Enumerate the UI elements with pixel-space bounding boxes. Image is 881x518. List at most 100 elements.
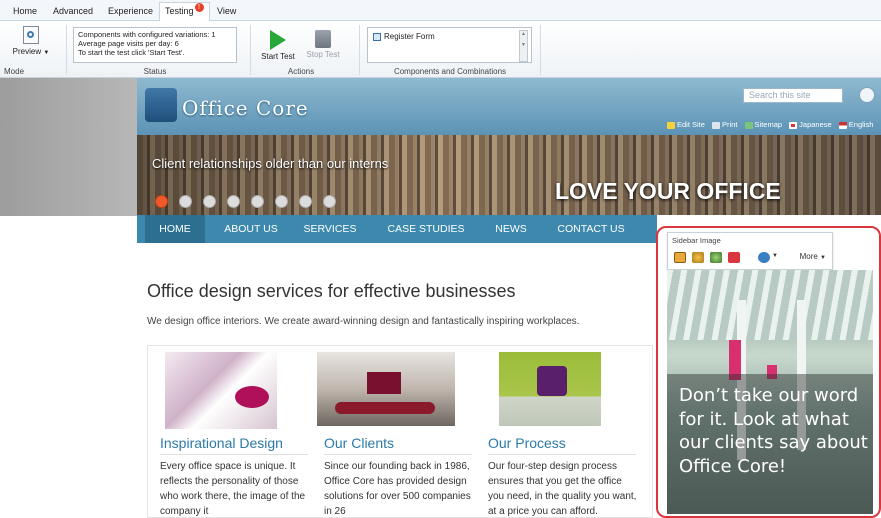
card-title[interactable]: Inspirational Design xyxy=(160,435,283,451)
sidebar-quote: Don’t take our word for it. Look at what… xyxy=(679,385,868,477)
print-link[interactable]: Print xyxy=(712,120,737,129)
card-body: Our four-step design process ensures tha… xyxy=(488,461,637,517)
tab-advanced[interactable]: Advanced xyxy=(48,3,98,21)
components-group-label: Components and Combinations xyxy=(393,67,507,76)
image-ceiling xyxy=(667,270,873,340)
banner-tagline: Client relationships older than our inte… xyxy=(152,156,389,171)
print-icon xyxy=(712,121,721,129)
carousel-dot[interactable] xyxy=(299,195,312,208)
page-overlay xyxy=(0,78,145,216)
nav-home[interactable]: HOME xyxy=(145,215,205,243)
list-item[interactable]: Register Form xyxy=(373,32,435,41)
status-box: Components with configured variations: 1… xyxy=(73,27,237,63)
start-test-label: Start Test xyxy=(261,52,295,61)
status-group-label: Status xyxy=(143,67,167,76)
carousel-dot[interactable] xyxy=(203,195,216,208)
more-button[interactable]: More ▼ xyxy=(800,252,826,261)
ribbon-body: Preview ▼ Mode Components with configure… xyxy=(0,21,881,78)
carousel-dot[interactable] xyxy=(251,195,264,208)
sitemap-link[interactable]: Sitemap xyxy=(744,120,782,129)
sitemap-icon xyxy=(744,121,753,129)
tab-testing[interactable]: Testing! xyxy=(159,2,210,22)
tab-experience[interactable]: Experience xyxy=(103,3,158,21)
japan-flag-icon xyxy=(789,121,798,129)
site-logo[interactable]: Office Core xyxy=(182,96,309,120)
chevron-down-icon: ▼ xyxy=(43,50,50,56)
scroll-up-icon[interactable]: ▲ xyxy=(520,31,527,38)
page-title: Office design services for effective bus… xyxy=(147,281,516,301)
sidebar-toolbar: Sidebar Image ▼ More ▼ xyxy=(667,232,833,270)
card-body: Since our founding back in 1986, Office … xyxy=(324,461,471,517)
carousel-dot[interactable] xyxy=(155,195,168,208)
search-icon[interactable] xyxy=(859,87,875,103)
image-icon[interactable] xyxy=(674,252,686,263)
status-line: Components with configured variations: 1 xyxy=(78,30,216,39)
chevron-down-icon: ▼ xyxy=(820,255,826,261)
carousel-dots xyxy=(155,195,347,213)
edit-icon xyxy=(667,121,675,129)
card-body: Every office space is unique. It reflect… xyxy=(160,461,306,517)
carousel-dot[interactable] xyxy=(227,195,240,208)
chevron-down-icon[interactable]: ▼ xyxy=(772,253,778,259)
preview-label: Preview xyxy=(12,47,42,56)
divider xyxy=(160,454,308,455)
components-list[interactable]: Register Form ▲ ▼ xyxy=(367,27,532,63)
navigate-icon[interactable] xyxy=(758,252,770,263)
play-icon xyxy=(270,30,286,50)
card-title[interactable]: Our Clients xyxy=(324,435,394,451)
stop-test-label: Stop Test xyxy=(306,50,340,59)
sidebar-image[interactable]: Don’t take our word for it. Look at what… xyxy=(667,270,873,514)
divider xyxy=(66,25,67,75)
personalize-icon[interactable] xyxy=(692,252,704,263)
ribbon-tabbar: Home Advanced Experience Testing! View xyxy=(0,0,881,22)
search-input[interactable]: Search this site xyxy=(743,88,843,103)
logo-icon xyxy=(145,88,177,122)
card-image xyxy=(317,352,455,426)
tab-view[interactable]: View xyxy=(212,3,241,21)
divider xyxy=(324,454,472,455)
preview-icon xyxy=(23,26,39,44)
stop-test-button[interactable]: Stop Test xyxy=(302,30,344,59)
card-image xyxy=(499,352,601,426)
status-line: To start the test click 'Start Test'. xyxy=(78,48,185,57)
component-icon xyxy=(373,32,381,41)
test-icon[interactable] xyxy=(710,252,722,263)
japanese-link[interactable]: Japanese xyxy=(789,120,832,129)
divider xyxy=(540,25,541,75)
nav-case-studies[interactable]: CASE STUDIES xyxy=(377,215,475,243)
more-label: More xyxy=(799,252,818,261)
banner-headline: LOVE YOUR OFFICE xyxy=(555,178,781,204)
mode-group-label: Mode xyxy=(4,67,25,76)
toolbar-title: Sidebar Image xyxy=(672,236,721,245)
carousel-dot[interactable] xyxy=(275,195,288,208)
carousel-dot[interactable] xyxy=(323,195,336,208)
edit-site-link[interactable]: Edit Site xyxy=(667,120,705,129)
divider xyxy=(488,454,636,455)
preview-button[interactable]: Preview ▼ xyxy=(8,26,54,62)
scrollbar[interactable]: ▲ ▼ xyxy=(519,30,528,62)
component-label: Register Form xyxy=(384,32,435,41)
scroll-down-icon[interactable]: ▼ xyxy=(520,42,527,49)
tab-testing-label: Testing xyxy=(165,6,194,16)
english-link[interactable]: English xyxy=(838,120,873,129)
nav-about-us[interactable]: ABOUT US xyxy=(213,215,289,243)
divider xyxy=(250,25,251,75)
card-image xyxy=(165,352,277,429)
tab-home[interactable]: Home xyxy=(8,3,42,21)
carousel-dot[interactable] xyxy=(179,195,192,208)
nav-news[interactable]: NEWS xyxy=(483,215,539,243)
delete-icon[interactable] xyxy=(728,252,740,263)
start-test-button[interactable]: Start Test xyxy=(258,30,298,61)
nav-contact-us[interactable]: CONTACT US xyxy=(541,215,641,243)
divider xyxy=(359,25,360,75)
stop-icon xyxy=(315,30,331,48)
us-flag-icon xyxy=(838,121,847,129)
page-intro: We design office interiors. We create aw… xyxy=(147,316,580,327)
main-nav: HOME ABOUT US SERVICES CASE STUDIES NEWS… xyxy=(137,215,657,243)
sidebar-image-panel[interactable]: Sidebar Image ▼ More ▼ Don’t take our wo… xyxy=(656,226,881,518)
nav-services[interactable]: SERVICES xyxy=(289,215,371,243)
top-links: Edit Site Print Sitemap Japanese English xyxy=(667,120,878,129)
hero-banner[interactable]: Client relationships older than our inte… xyxy=(137,135,881,215)
site-header: Office Core Search this site Edit Site P… xyxy=(137,78,881,135)
card-title[interactable]: Our Process xyxy=(488,435,566,451)
